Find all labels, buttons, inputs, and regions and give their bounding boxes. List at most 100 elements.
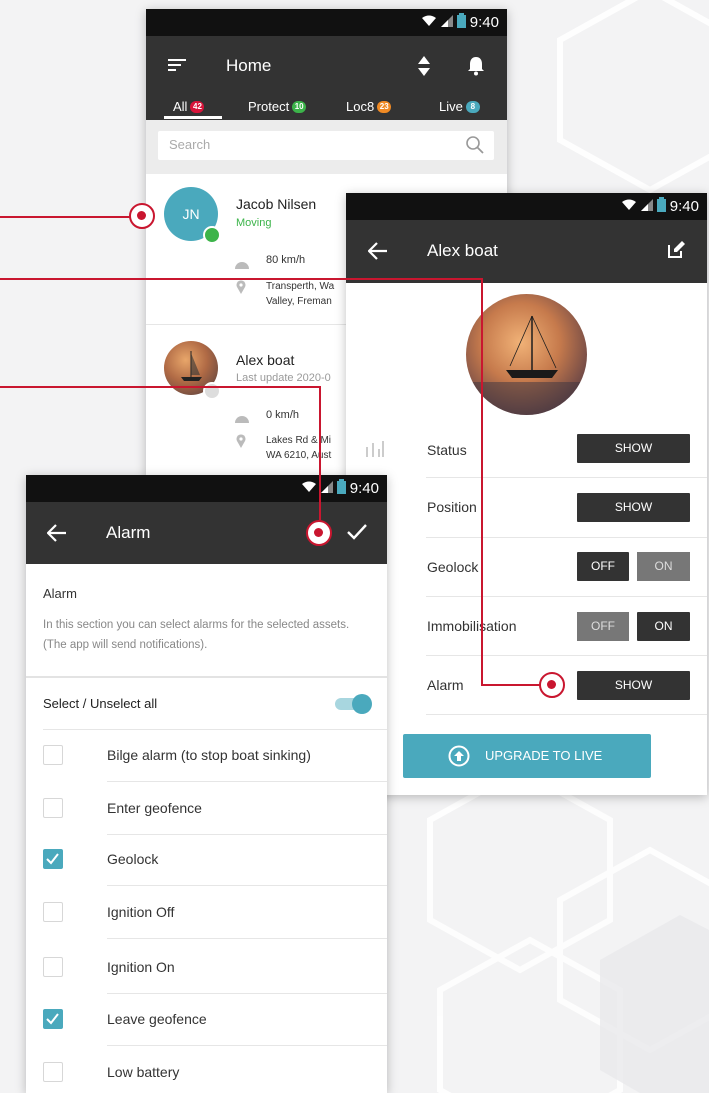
alarm-checkbox[interactable] [43, 1062, 63, 1082]
alarm-checkbox[interactable] [43, 798, 63, 818]
alarm-checkbox[interactable] [43, 957, 63, 977]
tab-all[interactable]: All 42 [173, 99, 205, 114]
tab-all-label: All [173, 99, 188, 114]
row-divider [426, 596, 707, 597]
asset-status: Moving [236, 217, 272, 229]
sort-toggle-icon[interactable] [418, 54, 430, 83]
tab-live[interactable]: Live 8 [439, 99, 480, 114]
geolock-off-button[interactable]: OFF [577, 552, 629, 581]
edit-icon[interactable] [667, 241, 685, 264]
status-time: 9:40 [669, 198, 699, 215]
callout-line [481, 278, 483, 685]
battery-icon [656, 196, 666, 217]
callout-line [319, 386, 321, 520]
alarm-screen: 9:40 Alarm Alarm In this section you can… [26, 475, 387, 1093]
callout-line [0, 216, 132, 218]
bell-icon[interactable] [467, 56, 485, 81]
tab-loc8-label: Loc8 [346, 99, 375, 114]
upload-circle-icon [448, 745, 470, 772]
alarm-show-button[interactable]: SHOW [577, 671, 690, 700]
upgrade-to-live-button[interactable]: UPGRADE TO LIVE [403, 734, 651, 778]
asset-detail-screen: 9:40 Alex boat Status SHOW Position SHOW… [346, 193, 707, 795]
chart-bars-icon [366, 441, 384, 462]
toggle-thumb [352, 694, 372, 714]
alarm-checkbox[interactable] [43, 849, 63, 869]
status-bar: 9:40 [26, 475, 387, 502]
status-time: 9:40 [469, 14, 499, 31]
row-divider [107, 938, 387, 939]
upgrade-label: UPGRADE TO LIVE [485, 748, 603, 763]
callout-marker [539, 672, 565, 698]
tab-live-label: Live [439, 99, 463, 114]
alarm-item-label: Ignition On [107, 959, 175, 975]
search-input[interactable]: Search [158, 131, 494, 160]
search-icon [465, 135, 485, 160]
immobilisation-off-button[interactable]: OFF [577, 612, 629, 641]
battery-icon [456, 12, 466, 33]
alarm-checkbox[interactable] [43, 902, 63, 922]
alarm-item-label: Bilge alarm (to stop boat sinking) [107, 747, 311, 763]
sort-menu-icon[interactable] [168, 58, 186, 77]
alarm-item-label: Leave geofence [107, 1011, 207, 1027]
status-time: 9:40 [349, 480, 379, 497]
tab-live-badge: 8 [465, 100, 480, 113]
status-bar: 9:40 [146, 9, 507, 36]
callout-line [481, 684, 541, 686]
status-row-label: Status [427, 442, 467, 458]
alarm-row-label: Alarm [427, 677, 464, 693]
tab-all-badge: 42 [190, 100, 205, 113]
asset-address-line1: Lakes Rd & Mi [266, 435, 332, 446]
checkmark-icon [46, 1013, 59, 1025]
home-app-bar: Home All 42 Protect 10 Loc8 23 Live 8 [146, 36, 507, 120]
check-icon[interactable] [346, 523, 368, 546]
alarm-item-label: Low battery [107, 1064, 180, 1080]
asset-status: Last update 2020-0 [236, 372, 331, 384]
status-show-button[interactable]: SHOW [577, 434, 690, 463]
callout-line [0, 278, 483, 280]
battery-icon [336, 478, 346, 499]
callout-marker [306, 520, 332, 546]
online-indicator [203, 226, 221, 244]
tab-protect[interactable]: Protect 10 [248, 99, 307, 114]
alarm-checkbox[interactable] [43, 1009, 63, 1029]
status-bar: 9:40 [346, 193, 707, 220]
back-arrow-icon[interactable] [367, 242, 388, 265]
geolock-on-button[interactable]: ON [637, 552, 690, 581]
alarm-item-label: Ignition Off [107, 904, 175, 920]
alarm-app-bar: Alarm [26, 502, 387, 564]
geolock-row-label: Geolock [427, 559, 479, 575]
row-divider [43, 729, 387, 730]
position-row-label: Position [427, 499, 477, 515]
tab-protect-badge: 10 [292, 100, 307, 113]
wifi-icon [421, 14, 437, 32]
page-title: Home [226, 56, 272, 75]
row-divider [426, 655, 707, 656]
asset-speed: 80 km/h [266, 254, 306, 266]
tab-loc8[interactable]: Loc8 23 [346, 99, 392, 114]
alarm-checkbox[interactable] [43, 745, 63, 765]
callout-line [0, 386, 321, 388]
location-pin-icon [236, 434, 246, 453]
immobilisation-row-label: Immobilisation [427, 618, 517, 634]
wifi-icon [621, 198, 637, 216]
asset-address-line1: Transperth, Wa [266, 281, 335, 292]
location-pin-icon [236, 280, 246, 299]
asset-name: Jacob Nilsen [236, 196, 317, 212]
speed-icon [234, 256, 250, 274]
row-divider [107, 993, 387, 994]
asset-name: Alex boat [236, 352, 295, 368]
select-all-toggle[interactable] [333, 694, 373, 714]
tab-protect-label: Protect [248, 99, 290, 114]
checkmark-icon [46, 853, 59, 865]
immobilisation-on-button[interactable]: ON [637, 612, 690, 641]
position-show-button[interactable]: SHOW [577, 493, 690, 522]
wifi-icon [301, 480, 317, 498]
offline-indicator [203, 382, 221, 400]
asset-photo [466, 294, 587, 415]
row-divider [107, 834, 387, 835]
speed-icon [234, 410, 250, 428]
section-separator [26, 676, 387, 678]
row-divider [426, 477, 707, 478]
page-title: Alarm [106, 523, 151, 542]
back-arrow-icon[interactable] [46, 524, 67, 547]
